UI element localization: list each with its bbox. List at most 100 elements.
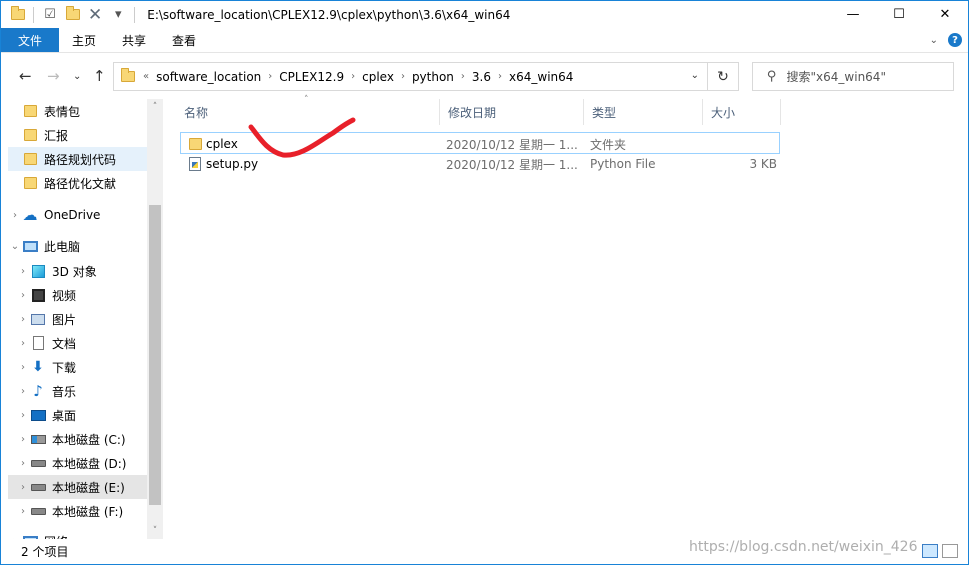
nav-item-label: 本地磁盘 (E:) <box>52 480 125 495</box>
folder-icon <box>22 152 38 166</box>
window-title: E:\software_location\CPLEX12.9\cplex\pyt… <box>147 7 511 22</box>
scroll-up-icon[interactable]: ˄ <box>147 102 163 112</box>
file-modified: 2020/10/12 星期一 1... <box>446 137 578 152</box>
breadcrumb-separator[interactable]: › <box>266 71 274 82</box>
expander[interactable]: › <box>16 338 30 349</box>
forward-button[interactable]: → <box>47 67 60 85</box>
nav-item-videos[interactable]: › 视频 <box>8 283 147 307</box>
expand-ribbon-icon[interactable]: ⌄ <box>930 35 938 46</box>
nav-item-drive-e[interactable]: › 本地磁盘 (E:) <box>8 475 147 499</box>
breadcrumb-separator[interactable]: › <box>399 71 407 82</box>
close-button[interactable]: ✕ <box>922 1 968 28</box>
expander[interactable]: › <box>16 386 30 397</box>
file-list-scrollbar[interactable] <box>940 99 956 539</box>
nav-item-onedrive[interactable]: › ☁ OneDrive <box>8 203 147 227</box>
column-header-modified[interactable]: 修改日期 <box>440 99 584 125</box>
item-count: 2 个项目 <box>21 545 69 559</box>
nav-item-this-pc[interactable]: ⌄ 此电脑 <box>8 234 147 258</box>
breadcrumb-item[interactable]: x64_win64 <box>504 70 578 84</box>
nav-item-network[interactable]: › 网络 <box>8 529 147 539</box>
expander[interactable]: › <box>16 482 30 493</box>
nav-pane-scrollbar[interactable]: ˄ ˅ <box>147 99 163 539</box>
breadcrumb-item[interactable]: cplex <box>357 70 399 84</box>
column-header-size[interactable]: 大小 <box>703 99 781 125</box>
expander[interactable]: › <box>16 290 30 301</box>
nav-item-label: 3D 对象 <box>52 264 97 279</box>
drive-icon <box>30 480 46 494</box>
file-size: 3 KB <box>749 157 777 171</box>
nav-item-desktop[interactable]: › 桌面 <box>8 403 147 427</box>
file-modified: 2020/10/12 星期一 1... <box>446 157 578 172</box>
pictures-icon <box>30 312 46 326</box>
nav-item-folder[interactable]: 路径优化文献 <box>8 171 147 195</box>
back-button[interactable]: ← <box>19 67 32 85</box>
details-view-icon[interactable] <box>922 544 938 558</box>
drive-c-icon <box>30 432 46 446</box>
search-input[interactable]: ⚲ 搜索"x64_win64" <box>752 62 954 91</box>
expander[interactable]: › <box>16 506 30 517</box>
drive-icon <box>30 504 46 518</box>
nav-item-downloads[interactable]: › ⬇ 下载 <box>8 355 147 379</box>
column-header-type[interactable]: 类型 <box>584 99 703 125</box>
breadcrumb-separator[interactable]: › <box>496 71 504 82</box>
expander[interactable]: › <box>8 210 22 221</box>
refresh-button[interactable]: ↻ <box>708 62 739 91</box>
breadcrumb-separator[interactable]: › <box>349 71 357 82</box>
delete-icon[interactable]: ✕ <box>88 5 102 25</box>
tab-view[interactable]: 查看 <box>159 28 209 52</box>
address-bar[interactable]: « software_location › CPLEX12.9 › cplex … <box>113 62 708 91</box>
address-dropdown-icon[interactable]: ⌄ <box>691 70 699 81</box>
expander[interactable]: › <box>16 410 30 421</box>
divider <box>134 6 136 23</box>
expander[interactable]: › <box>16 266 30 277</box>
breadcrumb-item[interactable]: 3.6 <box>467 70 496 84</box>
file-type: 文件夹 <box>590 137 627 152</box>
nav-item-drive-c[interactable]: › 本地磁盘 (C:) <box>8 427 147 451</box>
breadcrumb-item[interactable]: software_location <box>151 70 266 84</box>
help-icon[interactable]: ? <box>948 33 962 47</box>
nav-item-folder[interactable]: 路径规划代码 <box>8 147 147 171</box>
file-list: ˄ 名称 修改日期 类型 大小 cplex 2020/10/12 星期一 1..… <box>164 95 940 539</box>
nav-item-pictures[interactable]: › 图片 <box>8 307 147 331</box>
nav-item-folder[interactable]: 表情包 <box>8 99 147 123</box>
expander[interactable]: › <box>16 458 30 469</box>
recent-locations-button[interactable]: ⌄ <box>73 71 81 82</box>
nav-item-3d-objects[interactable]: › 3D 对象 <box>8 259 147 283</box>
breadcrumb-separator[interactable]: › <box>459 71 467 82</box>
nav-item-music[interactable]: › ♪ 音乐 <box>8 379 147 403</box>
new-folder-icon[interactable] <box>66 6 80 20</box>
nav-item-label: 汇报 <box>44 128 69 143</box>
nav-item-drive-f[interactable]: › 本地磁盘 (F:) <box>8 499 147 523</box>
expander[interactable]: › <box>16 314 30 325</box>
expander[interactable]: › <box>16 362 30 373</box>
expander[interactable]: › <box>16 434 30 445</box>
nav-item-label: 本地磁盘 (F:) <box>52 504 124 519</box>
up-button[interactable]: ↑ <box>93 67 106 85</box>
nav-item-drive-d[interactable]: › 本地磁盘 (D:) <box>8 451 147 475</box>
customize-quick-access-icon[interactable]: ▾ <box>110 7 126 22</box>
tab-home[interactable]: 主页 <box>59 28 109 52</box>
breadcrumb-item[interactable]: CPLEX12.9 <box>274 70 349 84</box>
maximize-button[interactable]: ☐ <box>876 1 922 28</box>
properties-icon[interactable]: ☑ <box>42 7 58 22</box>
breadcrumb: « software_location › CPLEX12.9 › cplex … <box>141 70 578 84</box>
tab-share[interactable]: 共享 <box>109 28 159 52</box>
search-icon: ⚲ <box>767 69 777 84</box>
scrollbar-thumb[interactable] <box>149 205 161 505</box>
scroll-down-icon[interactable]: ˅ <box>147 526 163 536</box>
nav-item-label: 此电脑 <box>44 239 81 254</box>
tab-file[interactable]: 文件 <box>1 28 59 52</box>
breadcrumb-overflow[interactable]: « <box>141 71 151 82</box>
expander[interactable]: ⌄ <box>8 241 22 252</box>
nav-item-folder[interactable]: 汇报 <box>8 123 147 147</box>
nav-item-label: 本地磁盘 (C:) <box>52 432 126 447</box>
large-icons-view-icon[interactable] <box>942 544 958 558</box>
breadcrumb-item[interactable]: python <box>407 70 459 84</box>
divider <box>33 6 34 23</box>
videos-icon <box>30 288 46 302</box>
ribbon-right-controls: ⌄ ? <box>930 33 962 47</box>
nav-item-label: 本地磁盘 (D:) <box>52 456 127 471</box>
onedrive-icon: ☁ <box>22 206 38 224</box>
nav-item-documents[interactable]: › 文档 <box>8 331 147 355</box>
minimize-button[interactable]: — <box>830 1 876 28</box>
